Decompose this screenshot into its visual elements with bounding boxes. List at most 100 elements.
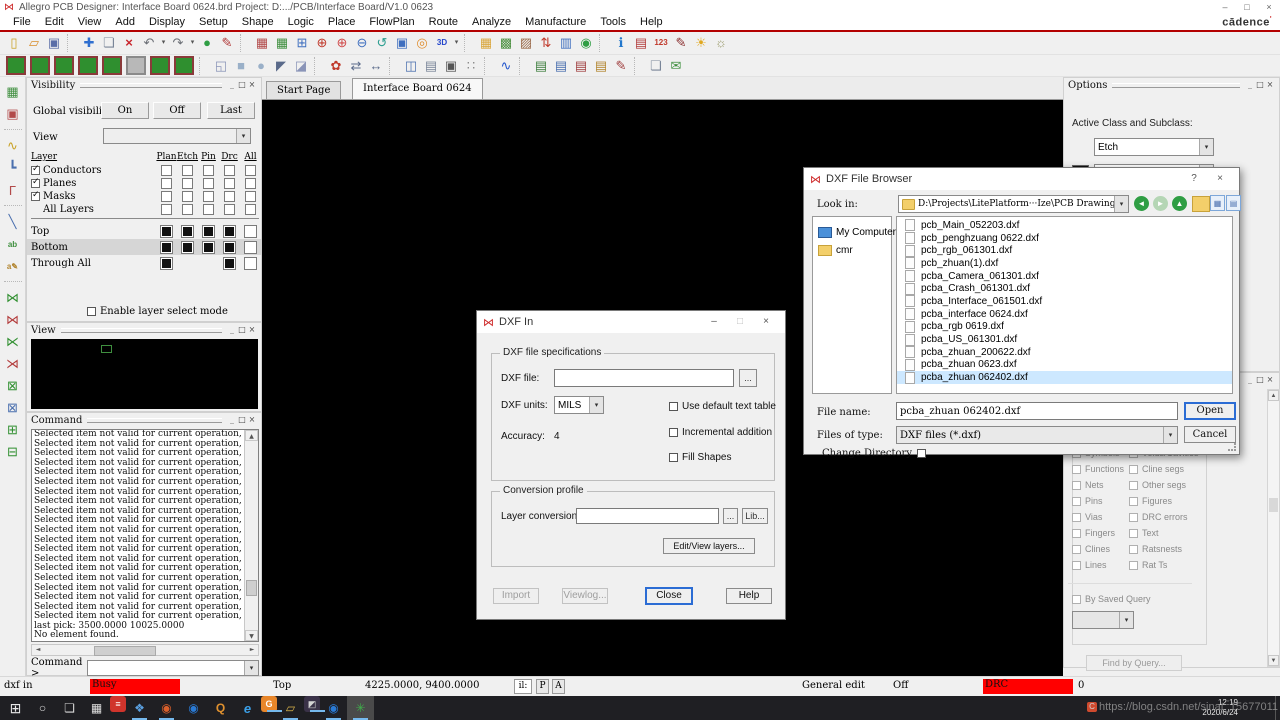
- etch-board-2-icon[interactable]: [30, 56, 50, 75]
- change-directory-checkbox[interactable]: Change Directory: [822, 448, 926, 459]
- waive-drc-icon[interactable]: ◉: [576, 34, 596, 52]
- find-filter-checkbox[interactable]: Nets: [1072, 477, 1124, 493]
- pad-icon[interactable]: ✿: [326, 57, 346, 75]
- copy-icon[interactable]: ❏: [99, 34, 119, 52]
- find-filter-checkbox[interactable]: Cline segs: [1129, 461, 1199, 477]
- unrats-net-icon[interactable]: ⋊: [3, 354, 23, 374]
- add-text-icon[interactable]: ab: [3, 234, 23, 254]
- slide-icon[interactable]: Γ: [3, 180, 23, 200]
- scroll-left-icon[interactable]: ◄: [32, 645, 44, 655]
- zoom-in-icon[interactable]: ⊕: [332, 34, 352, 52]
- use-default-text-table-checkbox[interactable]: Use default text table: [669, 401, 776, 412]
- find-filter-checkbox[interactable]: Functions: [1072, 461, 1124, 477]
- help-info-icon[interactable]: ℹ: [611, 34, 631, 52]
- forward-icon[interactable]: ►: [1153, 196, 1168, 211]
- saved-query-dropdown[interactable]: ▾: [1072, 611, 1134, 629]
- view-panel-titlebar[interactable]: View _ □ ×: [27, 323, 261, 337]
- panel-close-icon[interactable]: ×: [247, 414, 257, 426]
- thunder2-icon[interactable]: ◉: [320, 696, 347, 720]
- visibility-on-button[interactable]: On: [101, 102, 149, 119]
- scrollbar-thumb[interactable]: [246, 580, 257, 596]
- show-rats-comp-icon[interactable]: ⊠: [3, 376, 23, 396]
- lib-button[interactable]: Lib...: [742, 508, 768, 524]
- file-item[interactable]: pcba_zhuan 062402.dxf: [897, 371, 1232, 384]
- dehighlight-icon[interactable]: ☼: [711, 34, 731, 52]
- shape-edge-icon[interactable]: ◪: [291, 57, 311, 75]
- file-item[interactable]: pcba_zhuan 0623.dxf: [897, 358, 1232, 372]
- panel-float-icon[interactable]: □: [237, 79, 247, 91]
- edit-view-layers-button[interactable]: Edit/View layers...: [663, 538, 755, 554]
- visibility-panel-titlebar[interactable]: Visibility _ □ ×: [27, 78, 261, 92]
- find-filter-checkbox[interactable]: Pins: [1072, 493, 1124, 509]
- pick-mode-button[interactable]: P: [536, 679, 549, 694]
- layer-cell-pin[interactable]: [203, 191, 214, 202]
- file-item[interactable]: pcb_rgb_061301.dxf: [897, 244, 1232, 257]
- dxf-in-titlebar[interactable]: ⋈ DXF In – □ ×: [477, 311, 785, 333]
- 3d-dropdown-icon[interactable]: ▾: [452, 34, 461, 52]
- undo-dropdown-icon[interactable]: ▾: [159, 34, 168, 52]
- allegro-taskbar-icon[interactable]: ✳: [347, 696, 374, 720]
- world-view-canvas[interactable]: [31, 339, 258, 409]
- panel-float-icon[interactable]: □: [237, 414, 247, 426]
- etch-board-4-icon[interactable]: [78, 56, 98, 75]
- find-filter-checkbox[interactable]: Clines: [1072, 541, 1124, 557]
- file-item[interactable]: pcba_interface 0624.dxf: [897, 308, 1232, 321]
- file-item[interactable]: pcba_zhuan_200622.dxf: [897, 346, 1232, 359]
- menu-item[interactable]: Analyze: [465, 15, 518, 30]
- layer-cell-all[interactable]: [245, 204, 256, 215]
- find-filter-checkbox[interactable]: Rat Ts: [1129, 557, 1199, 573]
- color192-icon[interactable]: ●: [197, 34, 217, 52]
- show-rats-net-icon[interactable]: ⋉: [3, 332, 23, 352]
- zoom-previous-icon[interactable]: ↺: [372, 34, 392, 52]
- layer-cell-drc[interactable]: [224, 204, 235, 215]
- layer-cell-drc[interactable]: [224, 165, 235, 176]
- cancel-button[interactable]: Cancel: [1184, 426, 1236, 443]
- delete-icon[interactable]: ×: [119, 34, 139, 52]
- layer-cell-plan[interactable]: [160, 256, 173, 270]
- layer-cell-all[interactable]: [244, 240, 257, 254]
- absolute-mode-button[interactable]: A: [552, 679, 565, 694]
- shadow-mode-icon[interactable]: ▨: [516, 34, 536, 52]
- gdraw-app-icon[interactable]: G: [261, 696, 282, 712]
- cmgr-electrical-icon[interactable]: ▤: [551, 57, 571, 75]
- file-item[interactable]: pcba_US_061301.dxf: [897, 333, 1232, 346]
- edit-text-icon[interactable]: a✎: [3, 256, 23, 276]
- menu-item[interactable]: Logic: [281, 15, 321, 30]
- close-button[interactable]: ×: [753, 311, 779, 333]
- add-line-icon[interactable]: ╲: [3, 212, 23, 232]
- measure-icon[interactable]: 123: [651, 34, 671, 52]
- units-box[interactable]: il:: [514, 679, 532, 694]
- snapshot-icon[interactable]: ▣: [441, 57, 461, 75]
- menu-item[interactable]: Tools: [593, 15, 633, 30]
- layer-cell-plan[interactable]: [161, 191, 172, 202]
- layer-cell-etch[interactable]: [182, 191, 193, 202]
- export-icon[interactable]: ✉: [666, 57, 686, 75]
- layer-group-checkbox[interactable]: [31, 177, 40, 188]
- scroll-right-icon[interactable]: ►: [246, 645, 258, 655]
- undo-icon[interactable]: ↶: [139, 34, 159, 52]
- incremental-addition-checkbox[interactable]: Incremental addition: [669, 427, 772, 438]
- layer-cell-etch[interactable]: [181, 224, 194, 238]
- dxf-browser-titlebar[interactable]: ⋈ DXF File Browser ? ×: [804, 168, 1239, 190]
- layer-cell-all[interactable]: [245, 165, 256, 176]
- paint-brush-icon[interactable]: ✎: [671, 34, 691, 52]
- shape-select-icon[interactable]: ◤: [271, 57, 291, 75]
- etch-board-3-icon[interactable]: [54, 56, 74, 75]
- file-item[interactable]: pcba_Camera_061301.dxf: [897, 270, 1232, 283]
- 3d-canvas-icon[interactable]: 3D: [432, 34, 452, 52]
- panel-minimize-icon[interactable]: _: [1245, 374, 1255, 386]
- menu-item[interactable]: Add: [108, 15, 142, 30]
- save-hatch-icon[interactable]: ▦: [3, 82, 23, 102]
- layer-cell-drc[interactable]: [224, 191, 235, 202]
- zoom-out-icon[interactable]: ⊖: [352, 34, 372, 52]
- flip-design-icon[interactable]: ◫: [401, 57, 421, 75]
- layer-group-checkbox[interactable]: [31, 164, 40, 175]
- etch-board-8-icon[interactable]: [174, 56, 194, 75]
- layer-file-browse-button[interactable]: ...: [723, 508, 738, 524]
- find-filter-checkbox[interactable]: Other segs: [1129, 477, 1199, 493]
- menu-item[interactable]: Edit: [38, 15, 71, 30]
- file-item[interactable]: pcb_Main_052203.dxf: [897, 219, 1232, 232]
- enable-layer-select[interactable]: Enable layer select mode: [87, 306, 228, 317]
- help-button[interactable]: ?: [1181, 168, 1207, 190]
- etch-board-5-icon[interactable]: [102, 56, 122, 75]
